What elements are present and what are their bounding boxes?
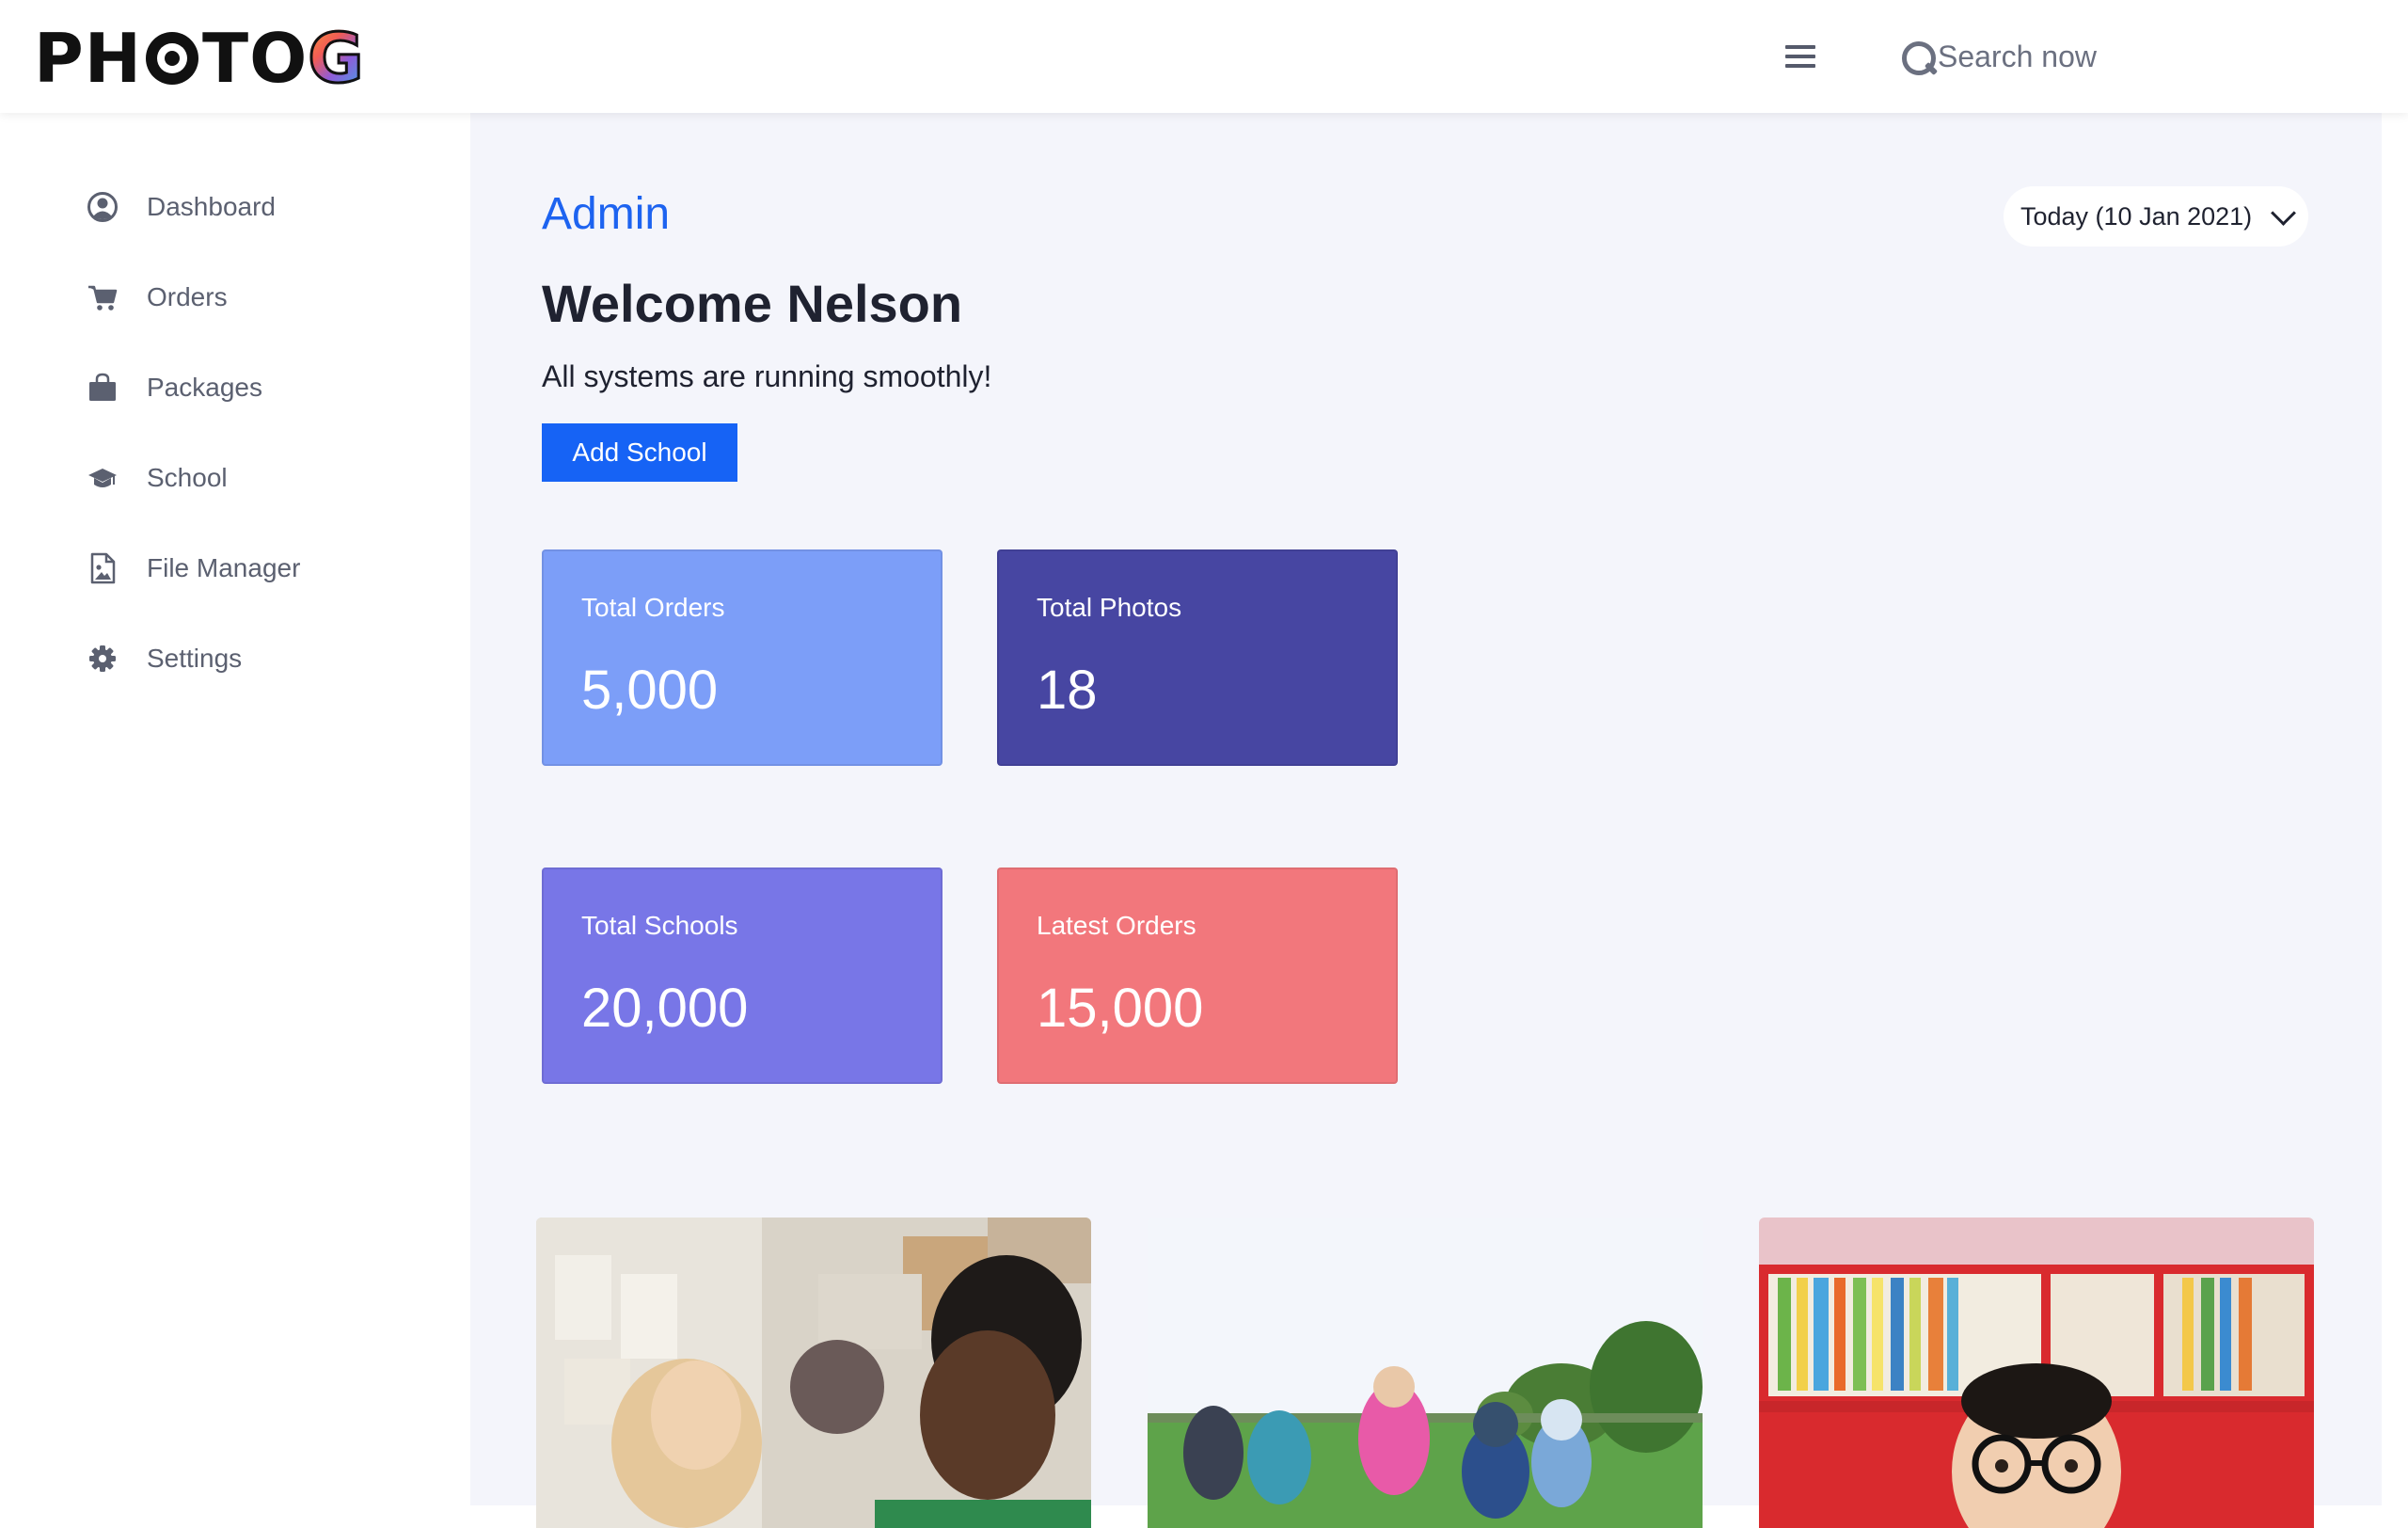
gear-icon	[83, 639, 122, 678]
stat-card-latest-orders[interactable]: Latest Orders 15,000	[997, 867, 1398, 1084]
graduation-cap-icon	[83, 458, 122, 498]
stat-value: 5,000	[581, 660, 719, 721]
sidebar-item-label: School	[147, 463, 228, 492]
camera-lens-logo-icon	[146, 32, 199, 85]
logo[interactable]: PH TO G	[34, 18, 365, 100]
hamburger-menu-icon[interactable]	[1783, 41, 1817, 72]
welcome-heading: Welcome Nelson	[542, 274, 963, 333]
date-range-label: Today (10 Jan 2021)	[2020, 201, 2253, 231]
chevron-down-icon	[2271, 204, 2295, 229]
sidebar-item-dashboard[interactable]: Dashboard	[83, 181, 276, 233]
add-school-button[interactable]: Add School	[542, 423, 737, 482]
children-playing-on-field-photo[interactable]	[1148, 1218, 1703, 1528]
stat-card-total-orders[interactable]: Total Orders 5,000	[542, 549, 943, 766]
sidebar-item-label: Orders	[147, 282, 228, 311]
stat-card-total-schools[interactable]: Total Schools 20,000	[542, 867, 943, 1084]
sidebar-item-label: Dashboard	[147, 192, 276, 221]
search-bar	[1900, 34, 2220, 79]
user-circle-icon	[83, 187, 122, 227]
sidebar-item-orders[interactable]: Orders	[83, 271, 228, 324]
system-status-text: All systems are running smoothly!	[542, 359, 992, 393]
shopping-bag-icon	[83, 368, 122, 407]
stat-label: Total Schools	[581, 911, 738, 940]
sidebar-item-school[interactable]: School	[83, 452, 228, 504]
stat-value: 18	[1037, 660, 1098, 721]
main-content: Admin Today (10 Jan 2021) Welcome Nelson…	[470, 113, 2382, 1528]
sidebar: Dashboard Orders Packages School File Ma…	[0, 113, 470, 1505]
right-gutter	[2382, 113, 2408, 1505]
sidebar-item-packages[interactable]: Packages	[83, 361, 262, 414]
image-file-icon	[83, 549, 122, 588]
stat-label: Latest Orders	[1037, 911, 1196, 940]
search-input[interactable]	[1938, 39, 2220, 74]
top-header: PH TO G	[0, 0, 2408, 113]
sidebar-item-label: File Manager	[147, 553, 301, 582]
sidebar-item-label: Settings	[147, 644, 243, 673]
sidebar-item-label: Packages	[147, 373, 262, 402]
child-with-glasses-bookshelf-photo[interactable]	[1759, 1218, 2314, 1528]
stat-value: 20,000	[581, 978, 749, 1039]
page-title: Admin	[542, 189, 671, 239]
stat-card-total-photos[interactable]: Total Photos 18	[997, 549, 1398, 766]
date-range-select[interactable]: Today (10 Jan 2021)	[2004, 186, 2308, 247]
children-in-classroom-photo[interactable]	[536, 1218, 1091, 1528]
sidebar-item-settings[interactable]: Settings	[83, 632, 242, 685]
stat-label: Total Photos	[1037, 593, 1182, 622]
sidebar-item-file-manager[interactable]: File Manager	[83, 542, 300, 595]
cart-icon	[83, 278, 122, 317]
stat-label: Total Orders	[581, 593, 725, 622]
stat-value: 15,000	[1037, 978, 1204, 1039]
search-icon[interactable]	[1900, 36, 1938, 77]
